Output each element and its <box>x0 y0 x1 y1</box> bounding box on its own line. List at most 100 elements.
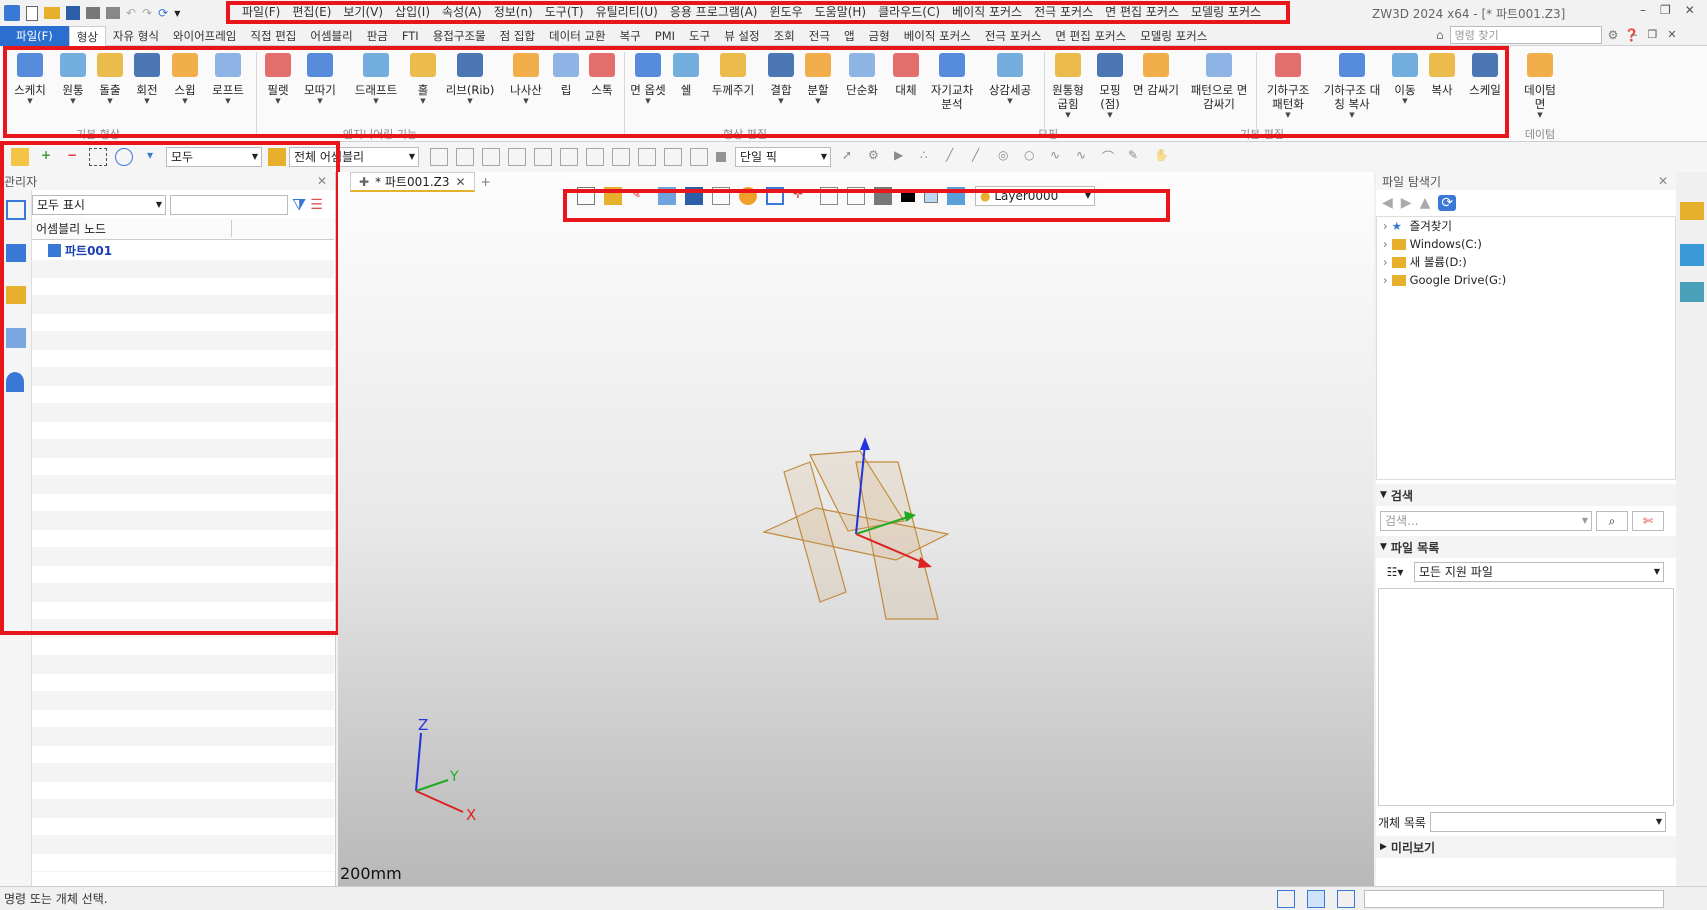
dropdown-caret-icon[interactable]: ▼ <box>1285 111 1290 119</box>
stop-icon[interactable] <box>716 152 726 162</box>
pick-dots-icon[interactable]: ∴ <box>920 148 938 166</box>
user-tab-icon[interactable] <box>6 372 24 392</box>
file-type-select[interactable]: 모든 지원 파일 ▼ <box>1414 562 1664 582</box>
manager-search-input[interactable] <box>170 195 288 215</box>
menu-item-2[interactable]: 보기(V) <box>337 3 389 21</box>
snap-curve-icon[interactable] <box>534 148 552 166</box>
customize-icon[interactable]: ▼ <box>174 9 180 18</box>
select-icon[interactable] <box>11 148 29 166</box>
files-section-header[interactable]: ▼ 파일 목록 <box>1376 536 1676 558</box>
filter-icon[interactable]: ▾ <box>141 148 159 166</box>
expand-arrow-icon[interactable]: › <box>1383 273 1388 287</box>
view-tab-icon[interactable] <box>6 328 26 348</box>
pick-line-icon[interactable]: ╱ <box>946 148 964 166</box>
snap-sheet-icon[interactable] <box>586 148 604 166</box>
menu-item-11[interactable]: 클라우드(C) <box>872 3 946 21</box>
ribbon-button-21[interactable]: 자기교차 분석 <box>920 50 984 111</box>
dropdown-caret-icon[interactable]: ▼ <box>1107 111 1112 119</box>
ribbon-tab-13[interactable]: 도구 <box>682 26 717 46</box>
ribbon-tab-14[interactable]: 뷰 설정 <box>717 26 766 46</box>
library-tab-icon[interactable] <box>1680 244 1704 266</box>
part-tab-icon[interactable] <box>6 286 26 304</box>
menu-item-0[interactable]: 파일(F) <box>236 3 286 21</box>
save-icon[interactable] <box>66 6 80 20</box>
dropdown-caret-icon[interactable]: ▼ <box>1065 111 1070 119</box>
assembly-tab-icon[interactable] <box>6 244 26 262</box>
pick-hand-icon[interactable]: ✋ <box>1154 148 1172 166</box>
snap-grid-icon[interactable] <box>430 148 448 166</box>
dropdown-caret-icon[interactable]: ▼ <box>225 97 230 105</box>
snap-anchor-icon[interactable] <box>664 148 682 166</box>
filter-select[interactable]: 모두 ▼ <box>166 147 262 167</box>
dropdown-caret-icon[interactable]: ▼ <box>107 97 112 105</box>
minimize-icon[interactable]: – <box>1640 3 1646 17</box>
status-panel-icon[interactable] <box>1337 890 1355 908</box>
clear-search-button[interactable]: ✄ <box>1632 511 1664 531</box>
ribbon-tab-0[interactable]: 파일(F) <box>0 25 69 46</box>
pick-circle-icon[interactable]: ◎ <box>998 148 1016 166</box>
ribbon-tab-7[interactable]: FTI <box>395 26 426 46</box>
expand-arrow-icon[interactable]: › <box>1383 255 1388 269</box>
regen-icon[interactable]: ⟳ <box>158 6 168 20</box>
snap-point-icon[interactable] <box>456 148 474 166</box>
dropdown-caret-icon[interactable]: ▼ <box>70 97 75 105</box>
undo-icon[interactable]: ↶ <box>126 6 136 20</box>
pick-arc-icon[interactable]: ⌒ <box>1102 148 1120 166</box>
snap-edge-icon[interactable] <box>482 148 500 166</box>
pick-cursor-icon[interactable]: ➚ <box>842 148 860 166</box>
forward-icon[interactable]: ▶ <box>1401 195 1412 211</box>
status-input[interactable] <box>1364 890 1664 908</box>
tree-node-part[interactable]: 파트001 <box>32 240 334 260</box>
redo-icon[interactable]: ↷ <box>142 6 152 20</box>
dropdown-caret-icon[interactable]: ▼ <box>1007 97 1012 105</box>
snap-face-icon[interactable] <box>508 148 526 166</box>
ribbon-button-22[interactable]: 상감세공 ▼ <box>978 50 1042 105</box>
ribbon-tab-21[interactable]: 면 편집 포커스 <box>1048 26 1133 46</box>
search-section-header[interactable]: ▼ 검색 <box>1376 484 1676 506</box>
layers-tab-icon[interactable] <box>1680 282 1704 302</box>
dropdown-caret-icon[interactable]: ▼ <box>275 97 280 105</box>
dropdown-caret-icon[interactable]: ▼ <box>778 97 783 105</box>
dropdown-caret-icon[interactable]: ▼ <box>1402 97 1407 105</box>
search-button[interactable]: ⌕ <box>1596 511 1628 531</box>
new-file-icon[interactable] <box>26 5 38 21</box>
ribbon-tab-11[interactable]: 복구 <box>613 26 648 46</box>
pick-mode-select[interactable]: 단일 픽 ▼ <box>735 147 831 167</box>
graphics-viewport[interactable]: ✚ * 파트001.Z3 ✕ + ✎ ✛ ● Layer0000 ▼ Z Y X… <box>338 172 1374 886</box>
dropdown-caret-icon[interactable]: ▼ <box>815 97 820 105</box>
ribbon-button-7[interactable]: 모따기 ▼ <box>288 50 352 105</box>
ribbon-button-32[interactable]: 데이텀 면 ▼ <box>1508 50 1572 119</box>
status-screen-icon[interactable] <box>1307 890 1325 908</box>
dropdown-caret-icon[interactable]: ▼ <box>523 97 528 105</box>
doc-minimize-icon[interactable]: – <box>1632 28 1638 41</box>
command-search-input[interactable]: 명령 찾기 <box>1449 26 1602 44</box>
remove-icon[interactable]: − <box>63 148 81 166</box>
back-icon[interactable]: ◀ <box>1382 195 1393 211</box>
show-filter-select[interactable]: 모두 표시 ▼ <box>32 195 166 215</box>
snap-solid-icon[interactable] <box>560 148 578 166</box>
snap-shape-icon[interactable] <box>690 148 708 166</box>
doc-close-icon[interactable]: ✕ <box>1667 28 1676 41</box>
home-icon[interactable]: ⌂ <box>1436 28 1444 42</box>
object-list-select[interactable]: ▼ <box>1429 812 1666 832</box>
ribbon-tab-2[interactable]: 자유 형식 <box>106 26 166 46</box>
box-select-icon[interactable] <box>89 148 107 166</box>
dropdown-caret-icon[interactable]: ▼ <box>317 97 322 105</box>
ribbon-button-26[interactable]: 패턴으로 면 감싸기 <box>1187 50 1251 111</box>
tree-item-1[interactable]: › Windows(C:) <box>1377 235 1675 253</box>
snap-datum-icon[interactable] <box>612 148 630 166</box>
ribbon-tab-16[interactable]: 전극 <box>802 26 837 46</box>
ribbon-tab-12[interactable]: PMI <box>648 26 682 46</box>
explorer-close-icon[interactable]: ✕ <box>1658 174 1676 188</box>
dropdown-caret-icon[interactable]: ▼ <box>182 97 187 105</box>
up-icon[interactable]: ▲ <box>1420 195 1431 211</box>
menu-item-9[interactable]: 윈도우 <box>763 3 808 21</box>
dropdown-caret-icon[interactable]: ▼ <box>144 97 149 105</box>
ribbon-tab-10[interactable]: 데이터 교환 <box>542 26 613 46</box>
menu-item-7[interactable]: 유틸리티(U) <box>590 3 664 21</box>
status-layout-icon[interactable] <box>1277 890 1295 908</box>
ribbon-tab-1[interactable]: 형상 <box>68 25 106 46</box>
menu-item-1[interactable]: 편집(E) <box>286 3 337 21</box>
menu-item-12[interactable]: 베이직 포커스 <box>946 3 1028 21</box>
dropdown-caret-icon[interactable]: ▼ <box>467 97 472 105</box>
